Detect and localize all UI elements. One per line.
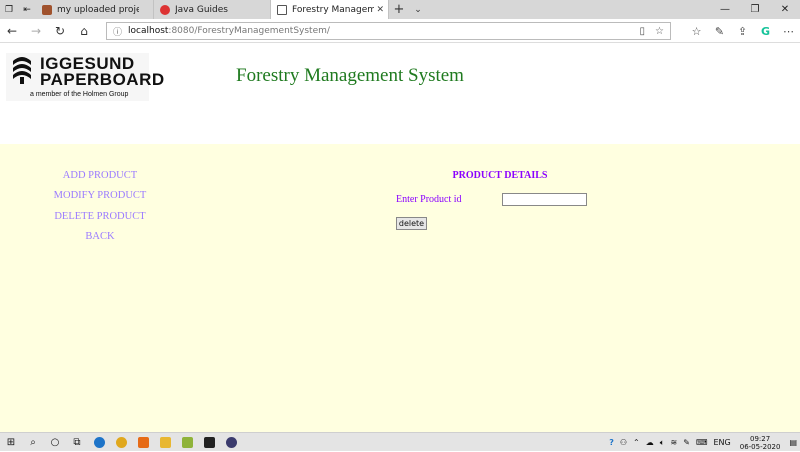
logo-tagline: a member of the Holmen Group [30,91,129,98]
keyboard-icon[interactable]: ⌨ [693,438,711,447]
chrome-app-icon[interactable] [110,433,132,452]
close-window-icon[interactable]: ✕ [770,0,800,19]
tab-label: Java Guides [175,4,228,15]
search-icon[interactable]: ⌕ [22,437,44,448]
chevron-down-icon: ⌄ [414,4,422,15]
product-id-label: Enter Product id [396,194,462,205]
tab-forestry[interactable]: Forestry Management S ✕ [271,0,389,19]
edge-app-icon[interactable] [88,433,110,452]
tab-label: Forestry Management S [292,4,374,15]
home-icon: ⌂ [80,23,88,38]
terminal-app-icon[interactable] [198,433,220,452]
refresh-button[interactable]: ↻ [48,19,72,43]
company-logo: IGGESUND PAPERBOARD a member of the Holm… [6,53,164,101]
form-heading: PRODUCT DETAILS [452,170,548,181]
content-area: ADD PRODUCT MODIFY PRODUCT DELETE PRODUC… [0,144,800,432]
url-path: :8080/ForestryManagementSystem/ [168,26,330,36]
url-host: localhost [128,26,169,36]
menu-modify-product-link[interactable]: MODIFY PRODUCT [40,186,160,206]
people-icon[interactable]: ⚇ [617,438,630,447]
onedrive-icon[interactable]: ☁ [643,438,657,447]
folder-app-icon[interactable] [154,433,176,452]
back-arrow-icon: ⇤ [23,4,31,15]
favorites-icon[interactable]: ☆ [685,25,708,38]
wifi-icon[interactable]: ≋ [668,438,681,447]
share-icon[interactable]: ⇪ [731,25,754,38]
volume-icon[interactable]: 🔈︎ [657,438,668,448]
restore-icon[interactable]: ❐ [740,0,770,19]
window-icon: ❐ [4,4,14,15]
help-icon[interactable]: ? [606,438,617,447]
tab-label: my uploaded project list.do [57,4,139,15]
menu-add-product-link[interactable]: ADD PRODUCT [40,166,160,186]
windows-start-icon[interactable]: ⊞ [0,437,22,448]
tab-aside-button[interactable]: ⇤ [18,0,36,19]
forward-button[interactable]: → [24,19,48,43]
close-tab-icon[interactable]: ✕ [376,5,384,15]
back-button[interactable]: ← [0,19,24,43]
tab-preview-button[interactable]: ❐ [0,0,18,19]
menu-delete-product-link[interactable]: DELETE PRODUCT [40,207,160,227]
browser-toolbar: ☆ ✎ ⇪ G ⋯ [685,19,800,43]
web-page: IGGESUND PAPERBOARD a member of the Holm… [0,44,800,432]
cortana-icon[interactable]: ○ [44,437,66,448]
info-icon: ⓘ [113,27,123,38]
eclipse-app-icon[interactable] [220,433,242,452]
side-menu: ADD PRODUCT MODIFY PRODUCT DELETE PRODUC… [40,166,160,247]
grammarly-icon[interactable]: G [754,25,777,38]
home-button[interactable]: ⌂ [72,19,96,43]
page-favicon-icon [277,4,287,15]
plus-icon: + [393,2,405,17]
pen-icon[interactable]: ✎ [708,25,731,38]
reading-view-icon[interactable]: ▯ [640,26,646,37]
page-title: Forestry Management System [236,65,464,86]
crown-logo-icon [13,57,31,84]
java-favicon-icon [160,4,170,15]
window-controls: — ❐ ✕ [710,0,800,19]
system-tray: ? ⚇ ⌃ ☁ 🔈︎ ≋ ✎ ⌨ ENG 09:27 06-05-2020 ▤ [606,433,800,452]
product-id-input[interactable] [502,193,587,206]
delete-button[interactable]: delete [396,217,427,230]
minimize-icon[interactable]: — [710,0,740,19]
navigation-bar: ← → ↻ ⌂ ⓘ localhost:8080/ForestryManagem… [0,19,800,43]
tab-java-guides[interactable]: Java Guides [154,0,271,19]
refresh-icon: ↻ [54,23,66,38]
task-view-icon[interactable]: ⧉ [66,437,88,448]
tab-list-button[interactable]: ⌄ [409,0,427,19]
notepad-app-icon[interactable] [176,433,198,452]
logo-text-line2: PAPERBOARD [40,70,165,89]
document-favicon-icon [42,4,52,15]
menu-back-link[interactable]: BACK [40,227,160,247]
tab-strip: ❐ ⇤ my uploaded project list.do Java Gui… [0,0,800,19]
more-menu-icon[interactable]: ⋯ [777,25,800,38]
notifications-icon[interactable]: ▤ [786,438,800,447]
address-bar[interactable]: ⓘ localhost:8080/ForestryManagementSyste… [106,22,671,40]
new-tab-button[interactable]: + [389,0,409,19]
tab-project-list[interactable]: my uploaded project list.do [36,0,154,19]
clock-date: 06-05-2020 [739,442,781,451]
pen-workspace-icon[interactable]: ✎ [680,438,693,447]
arrow-right-icon: → [30,23,42,38]
store-app-icon[interactable] [132,433,154,452]
chevron-up-icon[interactable]: ⌃ [630,438,643,447]
taskbar: ⊞ ⌕ ○ ⧉ ? ⚇ ⌃ ☁ 🔈︎ ≋ ✎ ⌨ ENG 09:27 06-05… [0,432,800,451]
page-header: IGGESUND PAPERBOARD a member of the Holm… [0,44,800,144]
favorite-star-icon[interactable]: ☆ [655,26,664,37]
language-indicator[interactable]: ENG [711,438,734,447]
clock[interactable]: 09:27 06-05-2020 [734,435,787,451]
arrow-left-icon: ← [6,23,18,38]
clock-time: 09:27 [750,434,771,443]
